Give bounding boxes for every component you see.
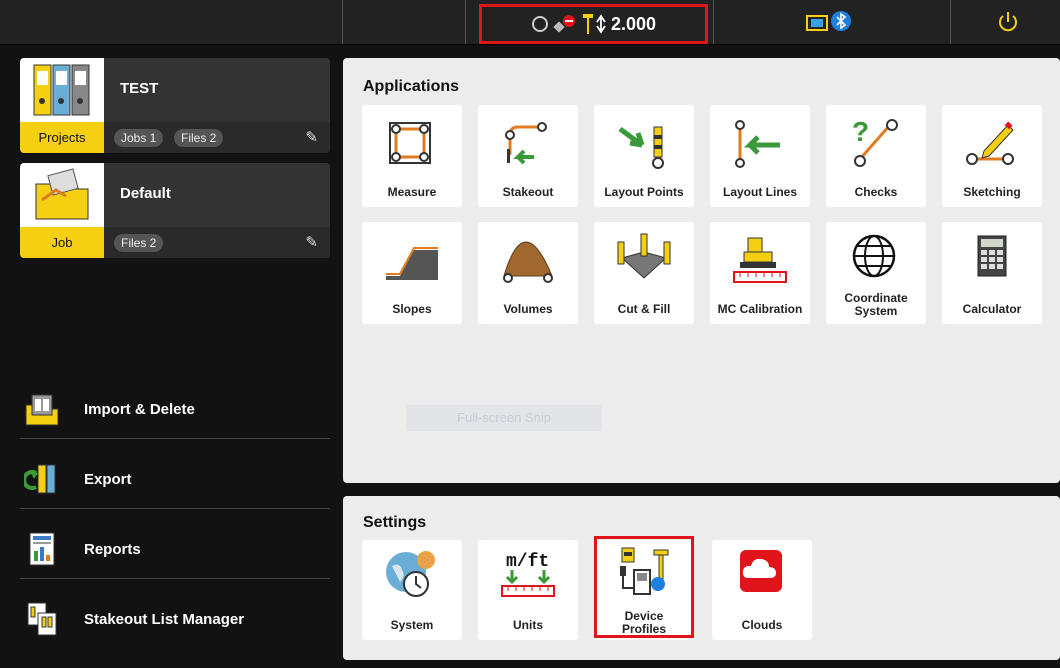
project-meta: Jobs 1 Files 2 ✎: [104, 122, 330, 153]
export-label: Export: [84, 470, 132, 488]
slopes-tile[interactable]: Slopes: [362, 222, 462, 324]
topbar-divider: [713, 0, 714, 44]
edit-pencil-icon[interactable]: ✎: [305, 233, 318, 251]
reports-icon: [29, 532, 55, 566]
import-delete-icon: [25, 394, 59, 426]
snip-overlay-label: Full-screen Snip: [406, 405, 602, 431]
volumes-icon: [503, 241, 553, 283]
sketching-tile[interactable]: Sketching: [942, 105, 1042, 207]
reports-menu-item[interactable]: Reports: [20, 514, 330, 584]
settings-title: Settings: [363, 514, 427, 531]
calculator-icon: [977, 235, 1007, 277]
units-icon: m/ft: [501, 552, 555, 597]
clouds-tile[interactable]: Clouds: [712, 540, 812, 640]
svg-text:m/ft: m/ft: [506, 552, 549, 572]
topbar-divider: [342, 0, 343, 44]
units-tile[interactable]: m/ft Units: [478, 540, 578, 640]
menu-divider: [20, 578, 330, 579]
job-meta: Files 2 ✎: [104, 227, 330, 258]
stakeout-list-icon: [27, 602, 57, 636]
stakeout-list-label: Stakeout List Manager: [84, 610, 245, 628]
system-label: System: [390, 618, 434, 632]
checks-icon: ?: [852, 116, 898, 167]
measure-label: Measure: [387, 185, 437, 199]
power-icon[interactable]: [996, 10, 1020, 34]
coordinate-system-tile[interactable]: Coordinate System: [826, 222, 926, 324]
checks-label: Checks: [854, 185, 898, 199]
job-folder-icon: [20, 163, 104, 227]
system-globe-clock-icon: [386, 551, 435, 597]
stakeout-label: Stakeout: [502, 185, 554, 199]
import-delete-label: Import & Delete: [84, 400, 195, 418]
top-status-bar: 2.000: [0, 0, 1060, 45]
calculator-label: Calculator: [962, 302, 1022, 316]
bluetooth-icon: [831, 11, 851, 31]
battery-bluetooth-status[interactable]: [806, 10, 852, 34]
layout-lines-tile[interactable]: Layout Lines: [710, 105, 810, 207]
clouds-icon: [740, 550, 782, 592]
volumes-tile[interactable]: Volumes: [478, 222, 578, 324]
export-menu-item[interactable]: Export: [20, 444, 330, 514]
reports-label: Reports: [84, 540, 141, 558]
edit-pencil-icon[interactable]: ✎: [305, 128, 318, 146]
slopes-label: Slopes: [392, 302, 432, 316]
calculator-tile[interactable]: Calculator: [942, 222, 1042, 324]
checks-tile[interactable]: ? Checks: [826, 105, 926, 207]
project-title: TEST: [120, 80, 159, 97]
sketching-label: Sketching: [963, 185, 1021, 199]
applications-title: Applications: [363, 78, 460, 95]
cut-fill-icon: [617, 233, 671, 279]
layout-points-icon: [618, 126, 664, 169]
layout-lines-icon: [735, 120, 780, 168]
sketching-icon: [966, 121, 1014, 165]
globe-icon: [852, 234, 896, 278]
antenna-height-value: 2.000: [610, 13, 657, 34]
layout-points-tile[interactable]: Layout Points: [594, 105, 694, 207]
stakeout-icon: [505, 122, 547, 165]
mc-calibration-label: MC Calibration: [717, 302, 803, 316]
files-count-pill: Files 2: [114, 234, 164, 252]
job-title: Default: [120, 185, 171, 202]
satellite-disabled-icon: [553, 15, 575, 33]
mc-calibration-icon: [733, 237, 787, 283]
status-readout[interactable]: 2.000: [479, 4, 708, 44]
job-card[interactable]: Job Default Files 2 ✎: [20, 163, 330, 258]
topbar-divider: [950, 0, 951, 44]
jobs-count-pill: Jobs 1: [114, 129, 164, 147]
job-tag[interactable]: Job: [20, 227, 104, 258]
cut-fill-tile[interactable]: Cut & Fill: [594, 222, 694, 324]
menu-divider: [20, 508, 330, 509]
project-binders-icon: [20, 58, 104, 122]
projects-tag[interactable]: Projects: [20, 122, 104, 153]
device-profiles-highlight: [594, 536, 694, 638]
svg-text:?: ?: [852, 116, 869, 147]
project-card[interactable]: Projects TEST Jobs 1 Files 2 ✎: [20, 58, 330, 153]
units-label: Units: [513, 618, 543, 632]
topbar-divider: [465, 0, 466, 44]
cut-fill-label: Cut & Fill: [617, 302, 671, 316]
measure-icon: [389, 122, 431, 164]
menu-divider: [20, 438, 330, 439]
stakeout-tile[interactable]: Stakeout: [478, 105, 578, 207]
measure-tile[interactable]: Measure: [362, 105, 462, 207]
clouds-label: Clouds: [741, 618, 783, 632]
layout-lines-label: Layout Lines: [722, 185, 797, 199]
files-count-pill: Files 2: [174, 129, 224, 147]
mc-calibration-tile[interactable]: MC Calibration: [710, 222, 810, 324]
system-tile[interactable]: System: [362, 540, 462, 640]
slopes-icon: [386, 247, 438, 280]
stakeout-list-menu-item[interactable]: Stakeout List Manager: [20, 584, 330, 654]
coordinate-system-label: Coordinate System: [844, 291, 908, 318]
receiver-height-icon: [582, 14, 606, 34]
volumes-label: Volumes: [503, 302, 553, 316]
export-icon: [24, 464, 56, 494]
layout-points-label: Layout Points: [604, 185, 684, 199]
target-circle-icon: [531, 16, 548, 32]
import-delete-menu-item[interactable]: Import & Delete: [20, 374, 330, 444]
